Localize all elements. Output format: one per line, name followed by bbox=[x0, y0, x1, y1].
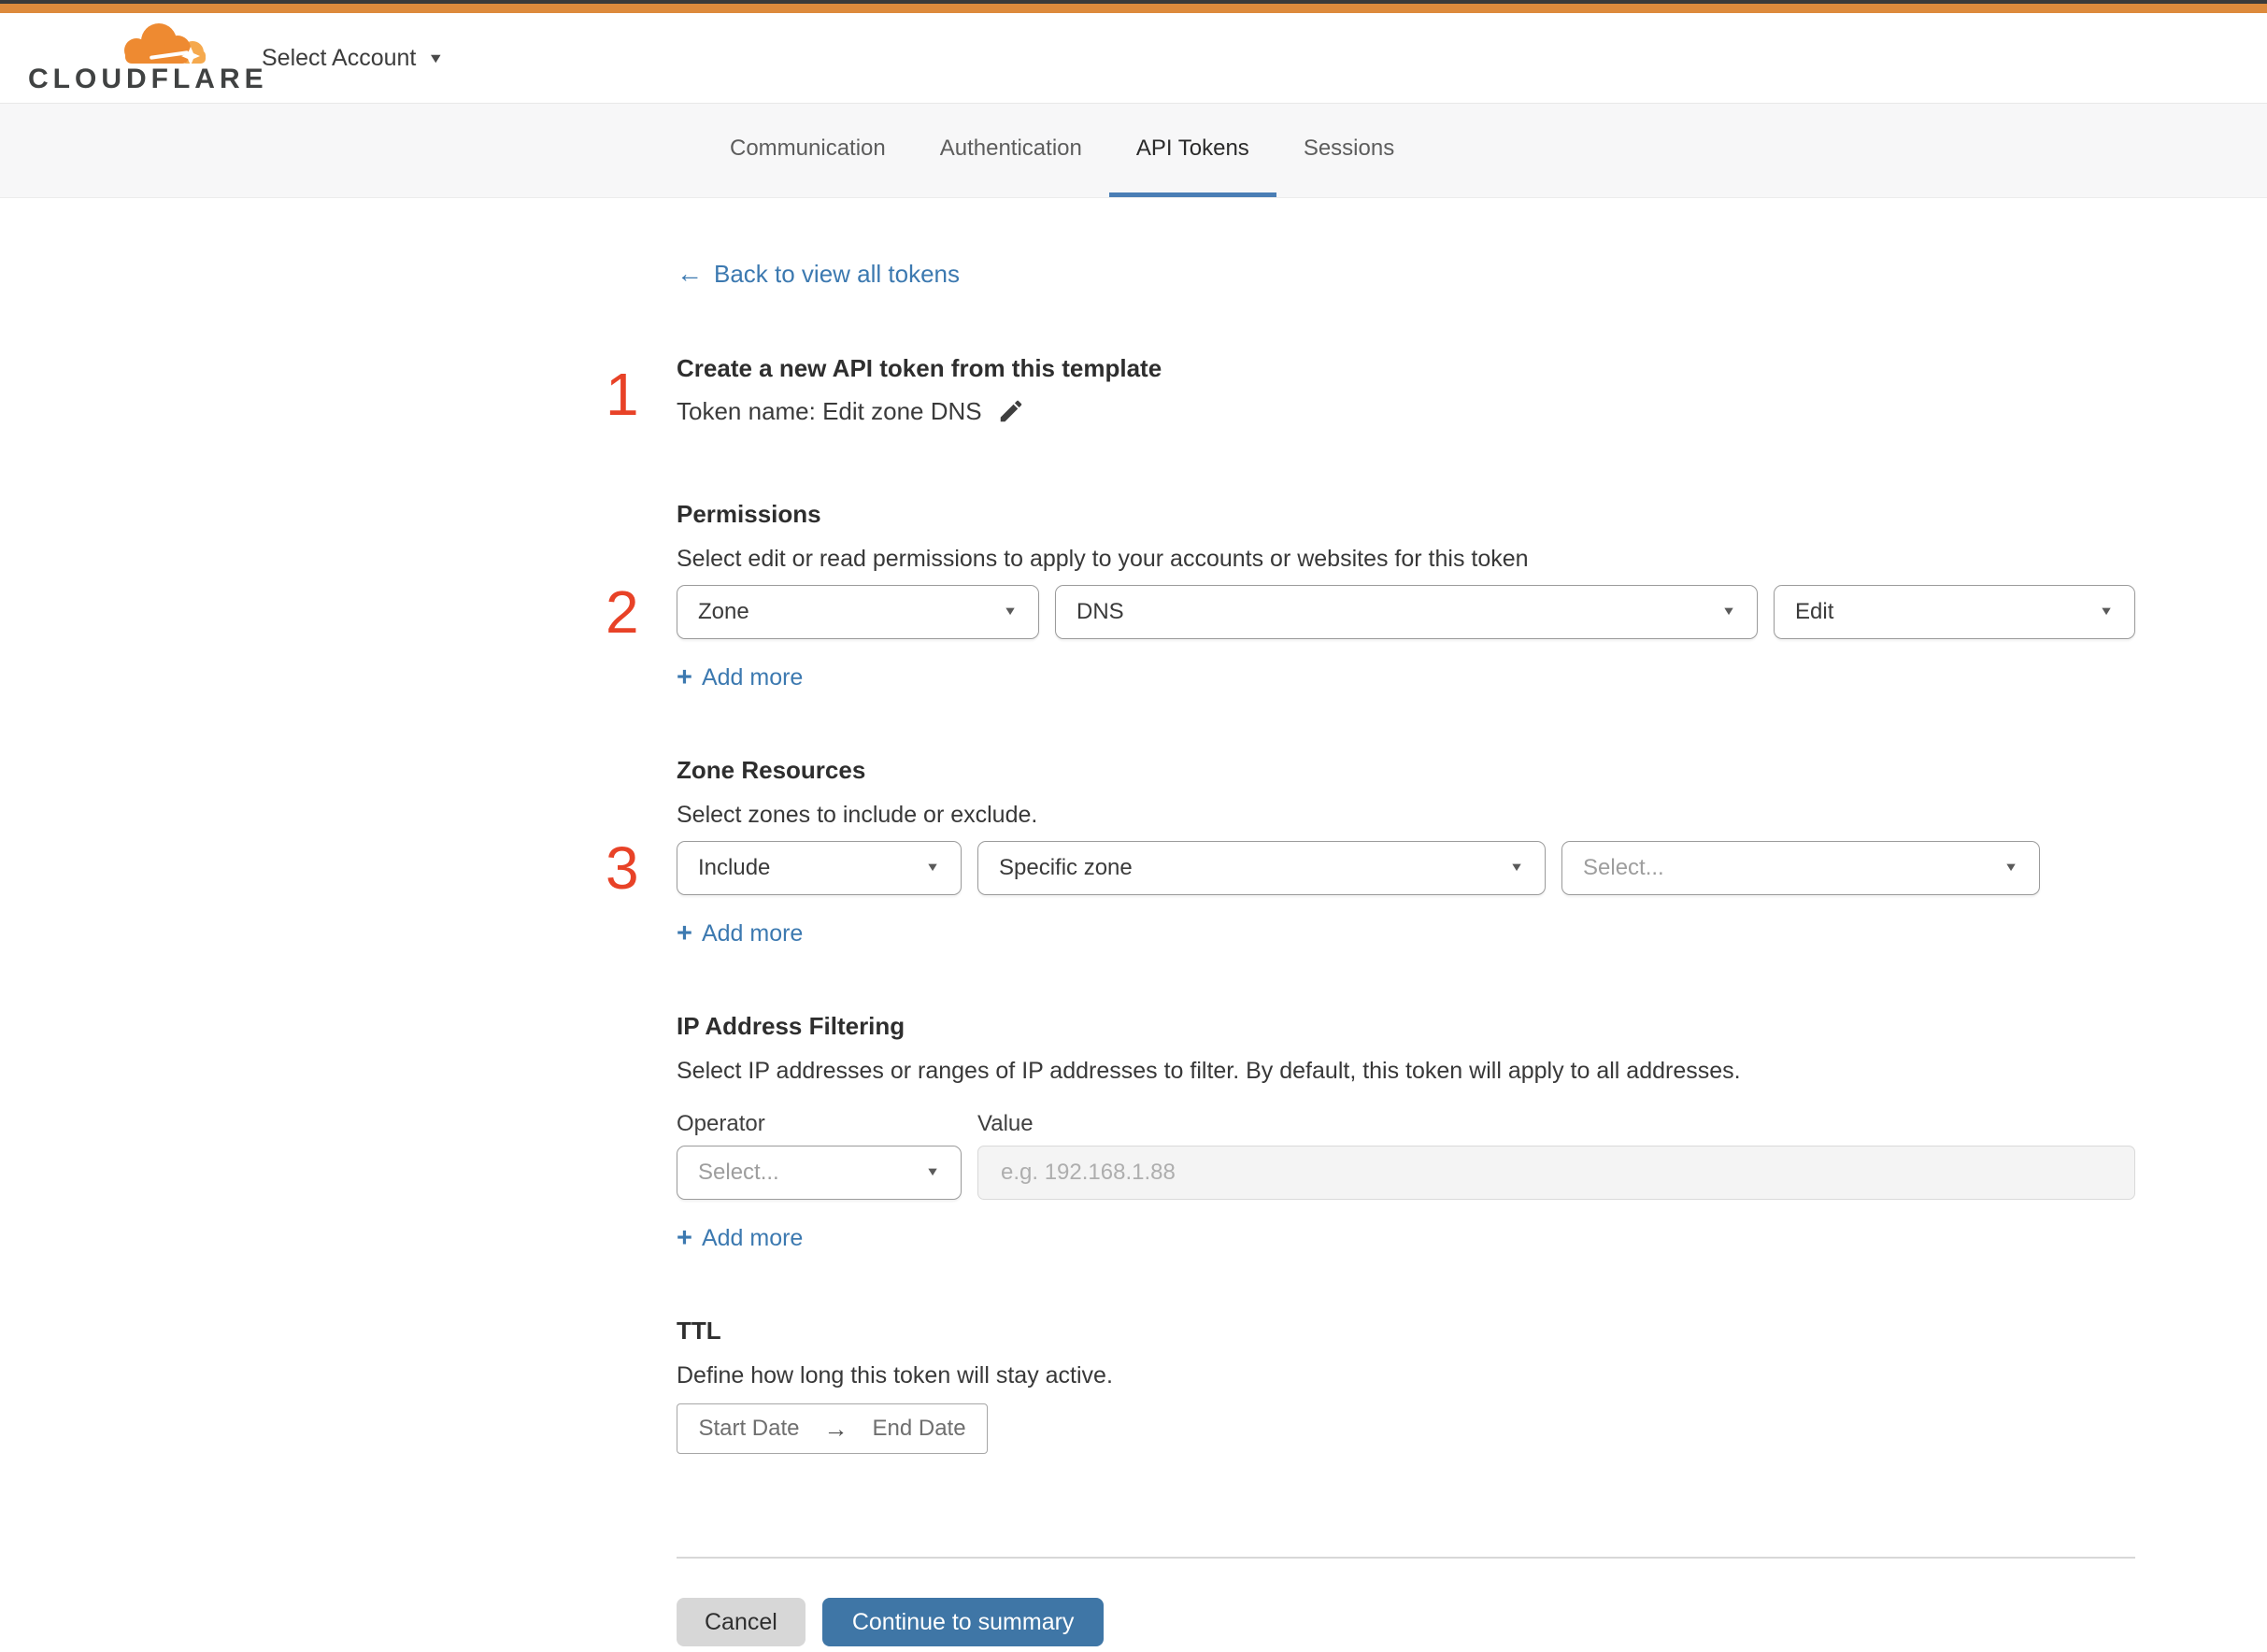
account-selector-label: Select Account bbox=[262, 44, 417, 71]
plus-icon: + bbox=[677, 662, 692, 692]
permissions-section: Permissions Select edit or read permissi… bbox=[606, 499, 2135, 691]
ip-value-input bbox=[977, 1146, 2135, 1200]
back-to-tokens-link[interactable]: ← Back to view all tokens bbox=[677, 259, 961, 289]
ip-filtering-description: Select IP addresses or ranges of IP addr… bbox=[677, 1058, 1741, 1084]
permissions-add-more-link[interactable]: + Add more bbox=[677, 663, 803, 691]
profile-tabbar: Communication Authentication API Tokens … bbox=[0, 103, 2267, 198]
chevron-down-icon: ▼ bbox=[1721, 605, 1736, 619]
permissions-description: Select edit or read permissions to apply… bbox=[677, 546, 1529, 572]
chevron-down-icon: ▼ bbox=[925, 1165, 940, 1179]
zone-resources-description: Select zones to include or exclude. bbox=[677, 802, 1038, 828]
step-1-badge: 1 bbox=[606, 361, 639, 428]
start-date-label: Start Date bbox=[698, 1416, 800, 1441]
zone-include-select[interactable]: Include ▼ bbox=[677, 841, 962, 895]
chevron-down-icon: ▼ bbox=[2099, 605, 2114, 619]
ttl-date-range-picker[interactable]: Start Date → End Date bbox=[677, 1403, 988, 1454]
zone-scope-select[interactable]: Specific zone ▼ bbox=[977, 841, 1546, 895]
tab-api-tokens[interactable]: API Tokens bbox=[1108, 104, 1276, 197]
tab-authentication[interactable]: Authentication bbox=[913, 104, 1109, 197]
back-arrow-icon: ← bbox=[677, 259, 703, 288]
app-header: CLOUDFLARE Select Account ▼ bbox=[0, 13, 2267, 103]
ttl-heading: TTL bbox=[677, 1317, 721, 1345]
permission-level-select[interactable]: Edit ▼ bbox=[1774, 585, 2135, 639]
ttl-section: TTL Define how long this token will stay… bbox=[677, 1316, 2135, 1454]
footer-divider bbox=[677, 1557, 2135, 1559]
chevron-down-icon: ▼ bbox=[925, 861, 940, 875]
cloudflare-wordmark: CLOUDFLARE bbox=[28, 64, 268, 94]
ttl-description: Define how long this token will stay act… bbox=[677, 1362, 1113, 1389]
token-name-text: Token name: Edit zone DNS bbox=[677, 397, 982, 425]
cancel-button[interactable]: Cancel bbox=[677, 1598, 806, 1646]
tab-communication[interactable]: Communication bbox=[703, 104, 913, 197]
edit-pencil-icon[interactable] bbox=[997, 397, 1025, 425]
permission-scope-select[interactable]: Zone ▼ bbox=[677, 585, 1039, 639]
value-label: Value bbox=[977, 1111, 1034, 1136]
footer-actions: Cancel Continue to summary bbox=[677, 1598, 2135, 1652]
zone-resources-heading: Zone Resources bbox=[677, 756, 866, 784]
chevron-down-icon: ▼ bbox=[2003, 861, 2018, 875]
top-orange-stripe bbox=[0, 4, 2267, 13]
zone-resources-add-more-link[interactable]: + Add more bbox=[677, 919, 803, 947]
create-token-title: Create a new API token from this templat… bbox=[677, 354, 1162, 382]
arrow-right-icon: → bbox=[823, 1414, 848, 1443]
plus-icon: + bbox=[677, 1222, 692, 1253]
operator-label: Operator bbox=[677, 1111, 765, 1136]
ip-operator-select[interactable]: Select... ▼ bbox=[677, 1146, 962, 1200]
token-name-section: 1 Create a new API token from this templ… bbox=[606, 353, 2135, 426]
permissions-heading: Permissions bbox=[677, 500, 821, 528]
main-content: ← Back to view all tokens 1 Create a new… bbox=[606, 198, 2135, 1652]
account-selector[interactable]: Select Account ▼ bbox=[262, 45, 444, 72]
zone-picker-select[interactable]: Select... ▼ bbox=[1561, 841, 2040, 895]
chevron-down-icon: ▼ bbox=[1509, 861, 1524, 875]
plus-icon: + bbox=[677, 918, 692, 948]
chevron-down-icon: ▼ bbox=[427, 50, 445, 65]
step-2-badge: 2 bbox=[606, 578, 639, 646]
permission-group-select[interactable]: DNS ▼ bbox=[1055, 585, 1758, 639]
back-link-label: Back to view all tokens bbox=[714, 260, 961, 288]
tab-sessions[interactable]: Sessions bbox=[1276, 104, 1421, 197]
continue-to-summary-button[interactable]: Continue to summary bbox=[821, 1598, 1105, 1646]
step-3-badge: 3 bbox=[606, 834, 639, 902]
cloudflare-cloud-icon bbox=[124, 23, 206, 65]
zone-resources-section: Zone Resources Select zones to include o… bbox=[606, 755, 2135, 947]
ip-filtering-section: IP Address Filtering Select IP addresses… bbox=[677, 1011, 2135, 1252]
cloudflare-logo[interactable]: CLOUDFLARE bbox=[28, 19, 264, 97]
end-date-label: End Date bbox=[872, 1416, 966, 1441]
chevron-down-icon: ▼ bbox=[1003, 605, 1018, 619]
ip-filtering-heading: IP Address Filtering bbox=[677, 1012, 905, 1040]
ip-filtering-add-more-link[interactable]: + Add more bbox=[677, 1224, 803, 1252]
